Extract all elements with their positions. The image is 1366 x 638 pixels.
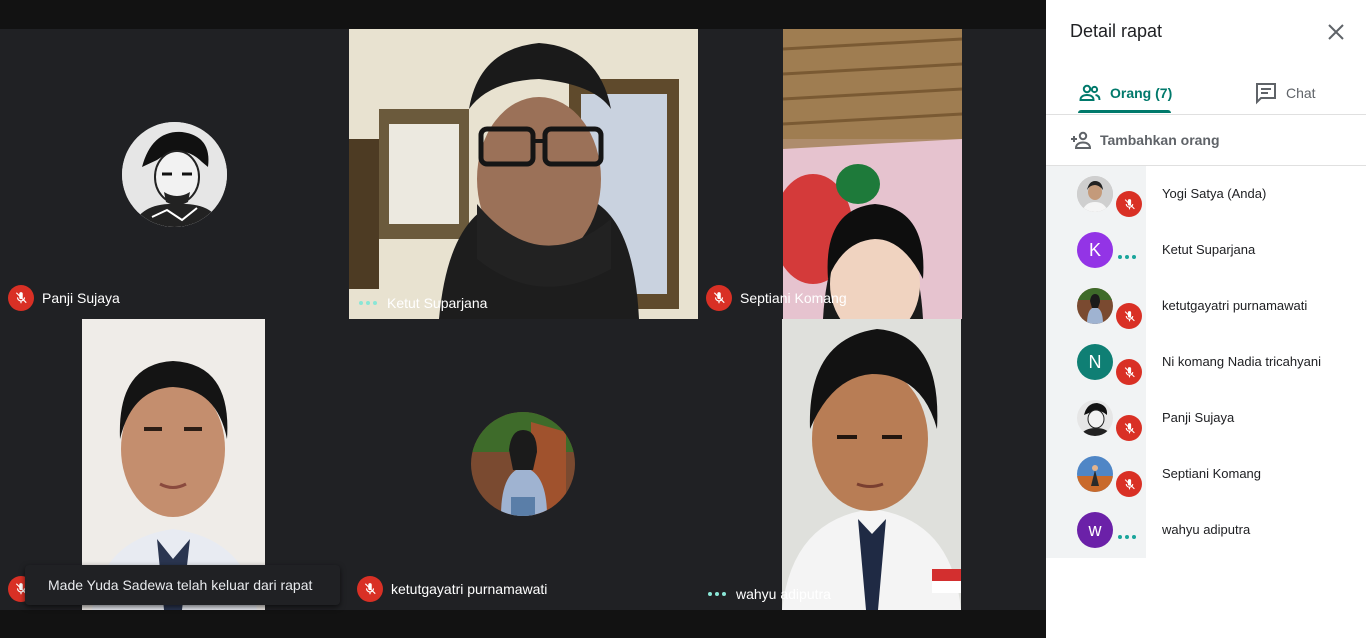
video-grid: Panji Sujaya Ketut Suparjana Septiani Ko… xyxy=(0,29,1046,610)
list-item[interactable]: Septiani Komang xyxy=(1046,446,1366,502)
participant-tile-ketutgayatri[interactable]: ketutgayatri purnamawati xyxy=(349,319,698,610)
add-person-icon xyxy=(1071,131,1092,149)
avatar xyxy=(1077,288,1113,324)
notification-toast: Made Yuda Sadewa telah keluar dari rapat xyxy=(25,565,340,605)
avatar-initial: K xyxy=(1088,239,1101,260)
participant-name: wahyu adiputra xyxy=(736,586,831,602)
panel-title: Detail rapat xyxy=(1070,21,1163,41)
tab-chat[interactable]: Chat xyxy=(1254,72,1316,114)
avatar-initial: w xyxy=(1088,519,1102,540)
mic-off-icon xyxy=(706,285,732,311)
participant-video xyxy=(349,29,698,319)
participant-avatar xyxy=(122,122,227,227)
tab-underline xyxy=(1078,110,1171,113)
participant-name: Septiani Komang xyxy=(740,290,847,306)
speaking-indicator-icon xyxy=(357,301,379,305)
list-item[interactable]: Yogi Satya (Anda) xyxy=(1046,166,1366,222)
tab-chat-label: Chat xyxy=(1286,85,1316,101)
people-icon xyxy=(1079,84,1101,101)
mic-off-icon xyxy=(1116,359,1142,385)
mic-off-icon xyxy=(1116,415,1142,441)
participant-video xyxy=(782,319,961,610)
avatar xyxy=(1077,176,1113,212)
avatar xyxy=(1077,456,1113,492)
list-item[interactable]: N Ni komang Nadia tricahyani xyxy=(1046,334,1366,390)
tab-people-label: Orang (7) xyxy=(1110,85,1173,101)
bottom-bar xyxy=(0,610,1046,638)
participant-name: Panji Sujaya xyxy=(42,290,120,306)
participant-video xyxy=(783,29,962,319)
avatar: N xyxy=(1077,344,1113,380)
chat-icon xyxy=(1256,83,1276,105)
speaking-indicator-icon xyxy=(1118,255,1136,259)
speaking-indicator-icon xyxy=(1118,535,1136,539)
meeting-details-panel: Detail rapat Orang (7) Chat Tambahkan or… xyxy=(1046,0,1366,638)
avatar-initial: N xyxy=(1088,351,1102,372)
avatar: K xyxy=(1077,232,1113,268)
participant-name: Yogi Satya (Anda) xyxy=(1162,186,1267,201)
add-people-button[interactable]: Tambahkan orang xyxy=(1070,128,1220,152)
top-bar xyxy=(0,0,1046,29)
mic-off-icon xyxy=(1116,303,1142,329)
divider xyxy=(1046,114,1366,115)
avatar xyxy=(1077,400,1113,436)
mic-off-icon xyxy=(357,576,383,602)
list-item[interactable]: K Ketut Suparjana xyxy=(1046,222,1366,278)
mic-off-icon xyxy=(1116,191,1142,217)
participant-name: Septiani Komang xyxy=(1162,466,1262,481)
list-item[interactable]: ketutgayatri purnamawati xyxy=(1046,278,1366,334)
participant-name: Ketut Suparjana xyxy=(387,295,488,311)
tab-people[interactable]: Orang (7) xyxy=(1078,72,1172,114)
participant-tile-ketut[interactable]: Ketut Suparjana xyxy=(349,29,698,319)
mic-off-icon xyxy=(8,285,34,311)
list-item[interactable]: w wahyu adiputra xyxy=(1046,502,1366,558)
participant-name: ketutgayatri purnamawati xyxy=(391,581,548,597)
participant-name: Panji Sujaya xyxy=(1162,410,1235,425)
mic-off-icon xyxy=(1116,471,1142,497)
participant-tile-septiani[interactable]: Septiani Komang xyxy=(698,29,1046,319)
participant-name: Ni komang Nadia tricahyani xyxy=(1162,354,1321,369)
participant-name: Ketut Suparjana xyxy=(1162,242,1256,257)
avatar: w xyxy=(1077,512,1113,548)
toast-text: Made Yuda Sadewa telah keluar dari rapat xyxy=(48,577,313,593)
participant-avatar xyxy=(471,412,575,516)
participant-tile-panji[interactable]: Panji Sujaya xyxy=(0,29,348,319)
list-item[interactable]: Panji Sujaya xyxy=(1046,390,1366,446)
add-people-label: Tambahkan orang xyxy=(1100,132,1220,148)
participant-name: ketutgayatri purnamawati xyxy=(1162,298,1308,313)
participant-tile-wahyu[interactable]: wahyu adiputra xyxy=(698,319,1046,610)
close-icon[interactable] xyxy=(1324,20,1348,44)
participant-name: wahyu adiputra xyxy=(1162,522,1251,537)
speaking-indicator-icon xyxy=(706,592,728,596)
